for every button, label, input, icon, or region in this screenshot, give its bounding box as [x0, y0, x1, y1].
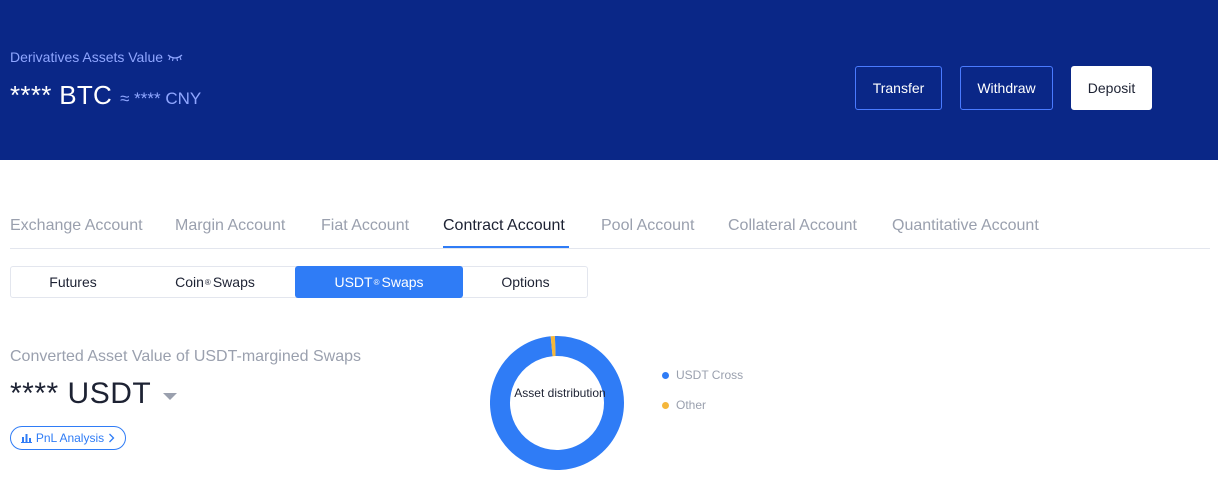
tab-exchange-account[interactable]: Exchange Account	[10, 217, 143, 235]
currency-dropdown-caret-icon[interactable]	[163, 392, 178, 400]
registered-mark: ®	[373, 277, 380, 287]
segment-futures-label: Futures	[49, 274, 97, 290]
tab-fiat-account[interactable]: Fiat Account	[321, 217, 409, 235]
segment-usdt-swaps[interactable]: USDT ® Swaps	[295, 266, 463, 298]
derivatives-assets-label: Derivatives Assets Value	[10, 49, 183, 65]
legend-label: USDT Cross	[676, 368, 744, 382]
segment-usdt-label: USDT	[334, 274, 373, 290]
transfer-button[interactable]: Transfer	[855, 66, 942, 110]
converted-asset-value: **** USDT	[10, 377, 178, 411]
legend-item-other: Other	[662, 390, 743, 420]
legend-dot	[662, 401, 669, 409]
chevron-right-icon	[109, 433, 115, 443]
withdraw-button[interactable]: Withdraw	[960, 66, 1053, 110]
legend-item-usdt-cross: USDT Cross	[662, 360, 743, 390]
segment-futures[interactable]: Futures	[11, 266, 135, 298]
tab-collateral-account[interactable]: Collateral Account	[728, 217, 857, 235]
registered-mark: ®	[204, 277, 211, 287]
total-assets-value: **** BTC ≈ **** CNY	[10, 80, 201, 111]
pnl-analysis-label: PnL Analysis	[35, 431, 105, 445]
cny-approx-value: ≈ **** CNY	[120, 89, 202, 108]
btc-value: **** BTC	[10, 80, 113, 110]
legend-label: Other	[676, 398, 707, 412]
account-tabs: Exchange Account Margin Account Fiat Acc…	[10, 210, 1210, 249]
contract-type-segment: Futures Coin ® Swaps USDT ® Swaps Options	[10, 266, 588, 298]
legend-dot	[662, 371, 669, 379]
segment-usdt-suffix: Swaps	[381, 274, 424, 290]
tab-pool-account[interactable]: Pool Account	[601, 217, 694, 235]
segment-options-label: Options	[501, 274, 550, 290]
bar-chart-icon	[20, 434, 32, 443]
derivatives-assets-label-text: Derivatives Assets Value	[10, 49, 164, 65]
converted-asset-label: Converted Asset Value of USDT-margined S…	[10, 348, 361, 365]
chart-center-title: Asset distribution	[514, 386, 606, 400]
pnl-analysis-button[interactable]: PnL Analysis	[10, 426, 126, 450]
chart-legend: USDT Cross Other	[662, 360, 743, 420]
segment-coin-swaps[interactable]: Coin ® Swaps	[135, 266, 295, 298]
segment-coin-suffix: Swaps	[212, 274, 255, 290]
tab-quantitative-account[interactable]: Quantitative Account	[892, 217, 1039, 235]
asset-distribution-donut-chart	[490, 336, 624, 470]
hidden-eye-icon[interactable]	[167, 52, 183, 62]
tab-margin-account[interactable]: Margin Account	[175, 217, 285, 235]
tab-contract-account[interactable]: Contract Account	[443, 217, 565, 235]
deposit-button[interactable]: Deposit	[1071, 66, 1152, 110]
assets-header: Derivatives Assets Value **** BTC ≈ ****…	[0, 0, 1218, 160]
usdt-value: **** USDT	[10, 377, 152, 410]
donut-slice-usdt-cross[interactable]	[490, 336, 624, 470]
segment-coin-label: Coin	[175, 274, 204, 290]
active-tab-underline	[443, 246, 569, 248]
segment-options[interactable]: Options	[463, 266, 588, 298]
